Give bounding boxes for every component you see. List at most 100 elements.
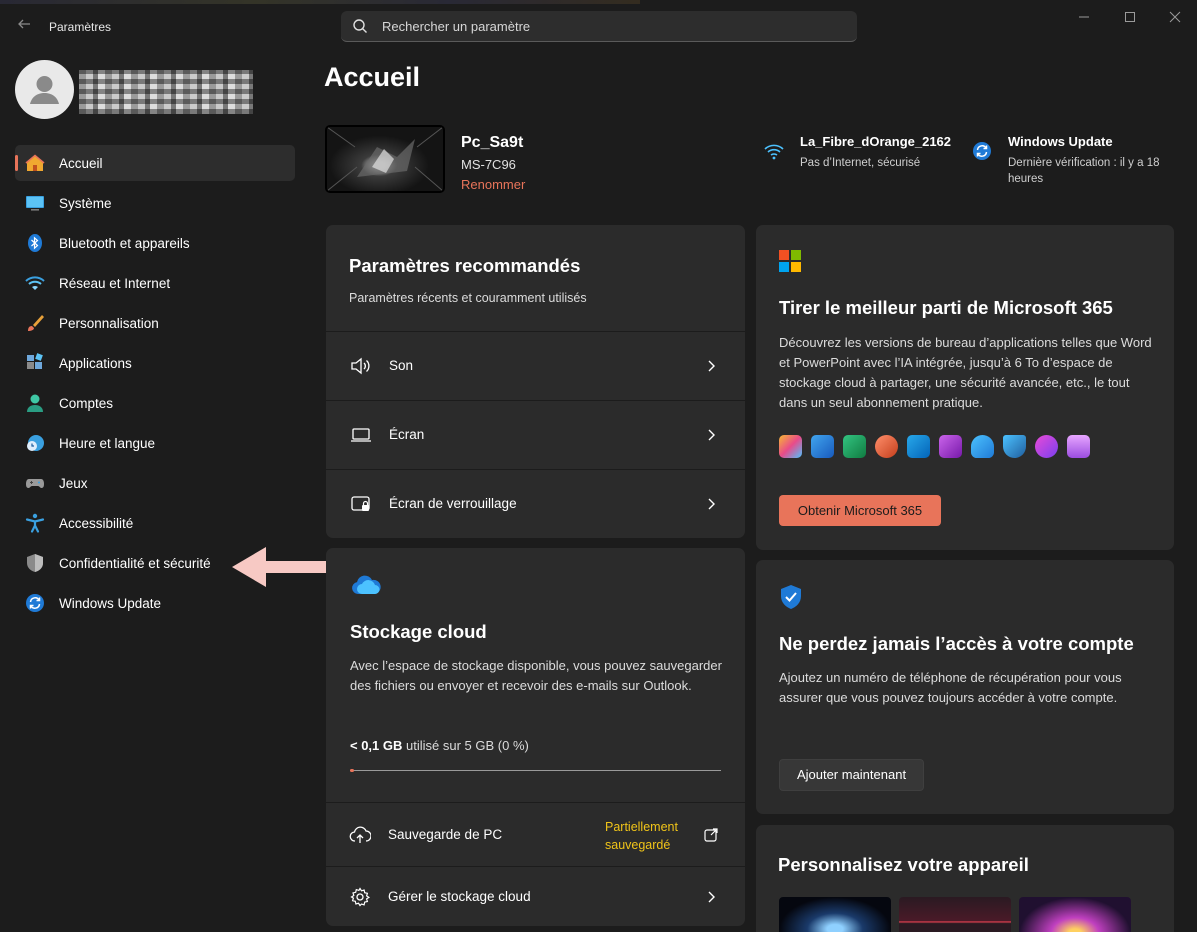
personalize-card: Personnalisez votre appareil [756, 825, 1174, 932]
windows-update-title: Windows Update [1008, 134, 1113, 149]
backup-row[interactable]: Sauvegarde de PC Partiellement sauvegard… [326, 802, 745, 866]
wallpaper-thumbnail[interactable] [779, 897, 891, 932]
recommended-row-son[interactable]: Son [326, 331, 745, 399]
accessibility-icon [25, 513, 45, 533]
minimize-button[interactable] [1071, 8, 1097, 28]
chevron-right-icon [708, 429, 715, 440]
sidebar-item-jeux[interactable]: Jeux [15, 465, 295, 501]
gear-icon [349, 886, 371, 908]
lock-screen-icon [350, 493, 372, 515]
sidebar-item-heure[interactable]: Heure et langue [15, 425, 295, 461]
card-title: Stockage cloud [350, 621, 487, 642]
maximize-button[interactable] [1117, 8, 1143, 28]
sidebar-item-label: Accueil [59, 155, 103, 171]
rename-link[interactable]: Renommer [461, 177, 525, 192]
card-title: Paramètres recommandés [349, 255, 581, 276]
clipchamp-icon [1067, 435, 1090, 458]
cloud-storage-card: Stockage cloud Avec l’espace de stockage… [326, 548, 745, 926]
sidebar-item-label: Bluetooth et appareils [59, 235, 190, 251]
user-silhouette-icon [30, 76, 59, 104]
account-recovery-card: Ne perdez jamais l’accès à votre compte … [756, 560, 1174, 814]
device-wallpaper-thumbnail [325, 125, 445, 193]
title-bar: Paramètres Rechercher un paramètre [0, 0, 1197, 52]
wifi-icon [764, 144, 784, 160]
search-input[interactable]: Rechercher un paramètre [341, 11, 857, 42]
backup-status: Partiellement sauvegardé [605, 820, 678, 852]
powerpoint-icon [875, 435, 898, 458]
speaker-icon [350, 355, 372, 377]
sidebar-item-label: Windows Update [59, 595, 162, 611]
storage-progress-bar [350, 769, 721, 772]
sidebar-item-accueil[interactable]: Accueil [15, 145, 295, 181]
app-title: Paramètres [49, 20, 112, 34]
update-icon [973, 142, 991, 160]
card-title: Ne perdez jamais l’accès à votre compte [779, 633, 1134, 654]
onedrive-cloud-icon [352, 575, 381, 594]
brush-icon [25, 313, 45, 333]
recommended-row-verrouillage[interactable]: Écran de verrouillage [326, 469, 745, 537]
shield-check-icon [781, 585, 801, 609]
home-icon [25, 153, 45, 173]
card-description: Avec l’espace de stockage disponible, vo… [350, 658, 722, 693]
profile-name-redacted [79, 70, 253, 114]
sidebar-item-applications[interactable]: Applications [15, 345, 295, 381]
sidebar-item-label: Personnalisation [59, 315, 159, 331]
manage-cloud-row[interactable]: Gérer le stockage cloud [326, 866, 745, 926]
microsoft-365-card: Tirer le meilleur parti de Microsoft 365… [756, 225, 1174, 550]
sidebar-item-accessibilite[interactable]: Accessibilité [15, 505, 295, 541]
close-button[interactable] [1162, 8, 1188, 28]
sidebar-item-personnalisation[interactable]: Personnalisation [15, 305, 295, 341]
chevron-right-icon [708, 360, 715, 371]
wifi-icon [25, 273, 45, 293]
network-state: Pas d’Internet, sécurisé [800, 157, 921, 169]
storage-used: < 0,1 GB [350, 738, 403, 753]
apps-icon [25, 353, 45, 373]
add-now-button[interactable]: Ajouter maintenant [779, 759, 924, 791]
excel-icon [843, 435, 866, 458]
recommended-row-ecran[interactable]: Écran [326, 400, 745, 468]
chevron-right-icon [708, 891, 715, 902]
system-icon [25, 193, 45, 213]
gamepad-icon [25, 473, 45, 493]
laptop-icon [350, 424, 372, 446]
sidebar-item-label: Système [59, 195, 112, 211]
sidebar-item-reseau[interactable]: Réseau et Internet [15, 265, 295, 301]
storage-total: utilisé sur 5 GB (0 %) [406, 738, 529, 753]
account-icon [25, 393, 45, 413]
row-label: Gérer le stockage cloud [388, 889, 531, 904]
chevron-right-icon [708, 498, 715, 509]
row-label: Sauvegarde de PC [388, 827, 503, 842]
shield-icon [25, 553, 45, 573]
sidebar-item-bluetooth[interactable]: Bluetooth et appareils [15, 225, 295, 261]
word-icon [811, 435, 834, 458]
sidebar-item-label: Comptes [59, 395, 114, 411]
outlook-icon [907, 435, 930, 458]
sidebar-item-comptes[interactable]: Comptes [15, 385, 295, 421]
sidebar-item-label: Confidentialité et sécurité [59, 555, 211, 571]
sidebar-item-systeme[interactable]: Système [15, 185, 295, 221]
microsoft-logo-icon [779, 250, 801, 272]
get-microsoft-365-button[interactable]: Obtenir Microsoft 365 [779, 495, 941, 526]
network-name: La_Fibre_dOrange_2162 [800, 134, 952, 149]
card-title: Tirer le meilleur parti de Microsoft 365 [779, 297, 1113, 318]
update-icon [25, 593, 45, 613]
device-model: MS-7C96 [461, 157, 516, 172]
sidebar-item-label: Réseau et Internet [59, 275, 171, 291]
wallpaper-thumbnail[interactable] [1019, 897, 1131, 932]
back-arrow-icon[interactable] [14, 16, 34, 36]
cloud-upload-icon [349, 824, 371, 846]
background-taskbar-strip [0, 0, 640, 4]
wallpaper-thumbnail[interactable] [899, 897, 1011, 932]
copilot-icon [779, 435, 802, 458]
sidebar-item-label: Heure et langue [59, 435, 156, 451]
sidebar-item-label: Applications [59, 355, 132, 371]
card-title: Personnalisez votre appareil [778, 854, 1029, 875]
bluetooth-icon [25, 233, 45, 253]
avatar[interactable] [15, 60, 74, 119]
defender-icon [1003, 435, 1026, 458]
card-description: Découvrez les versions de bureau d’appli… [779, 335, 1152, 410]
row-label: Écran de verrouillage [389, 496, 517, 511]
sidebar-item-label: Jeux [59, 475, 88, 491]
card-description: Ajoutez un numéro de téléphone de récupé… [779, 670, 1122, 705]
storage-progress-fill [350, 769, 354, 772]
